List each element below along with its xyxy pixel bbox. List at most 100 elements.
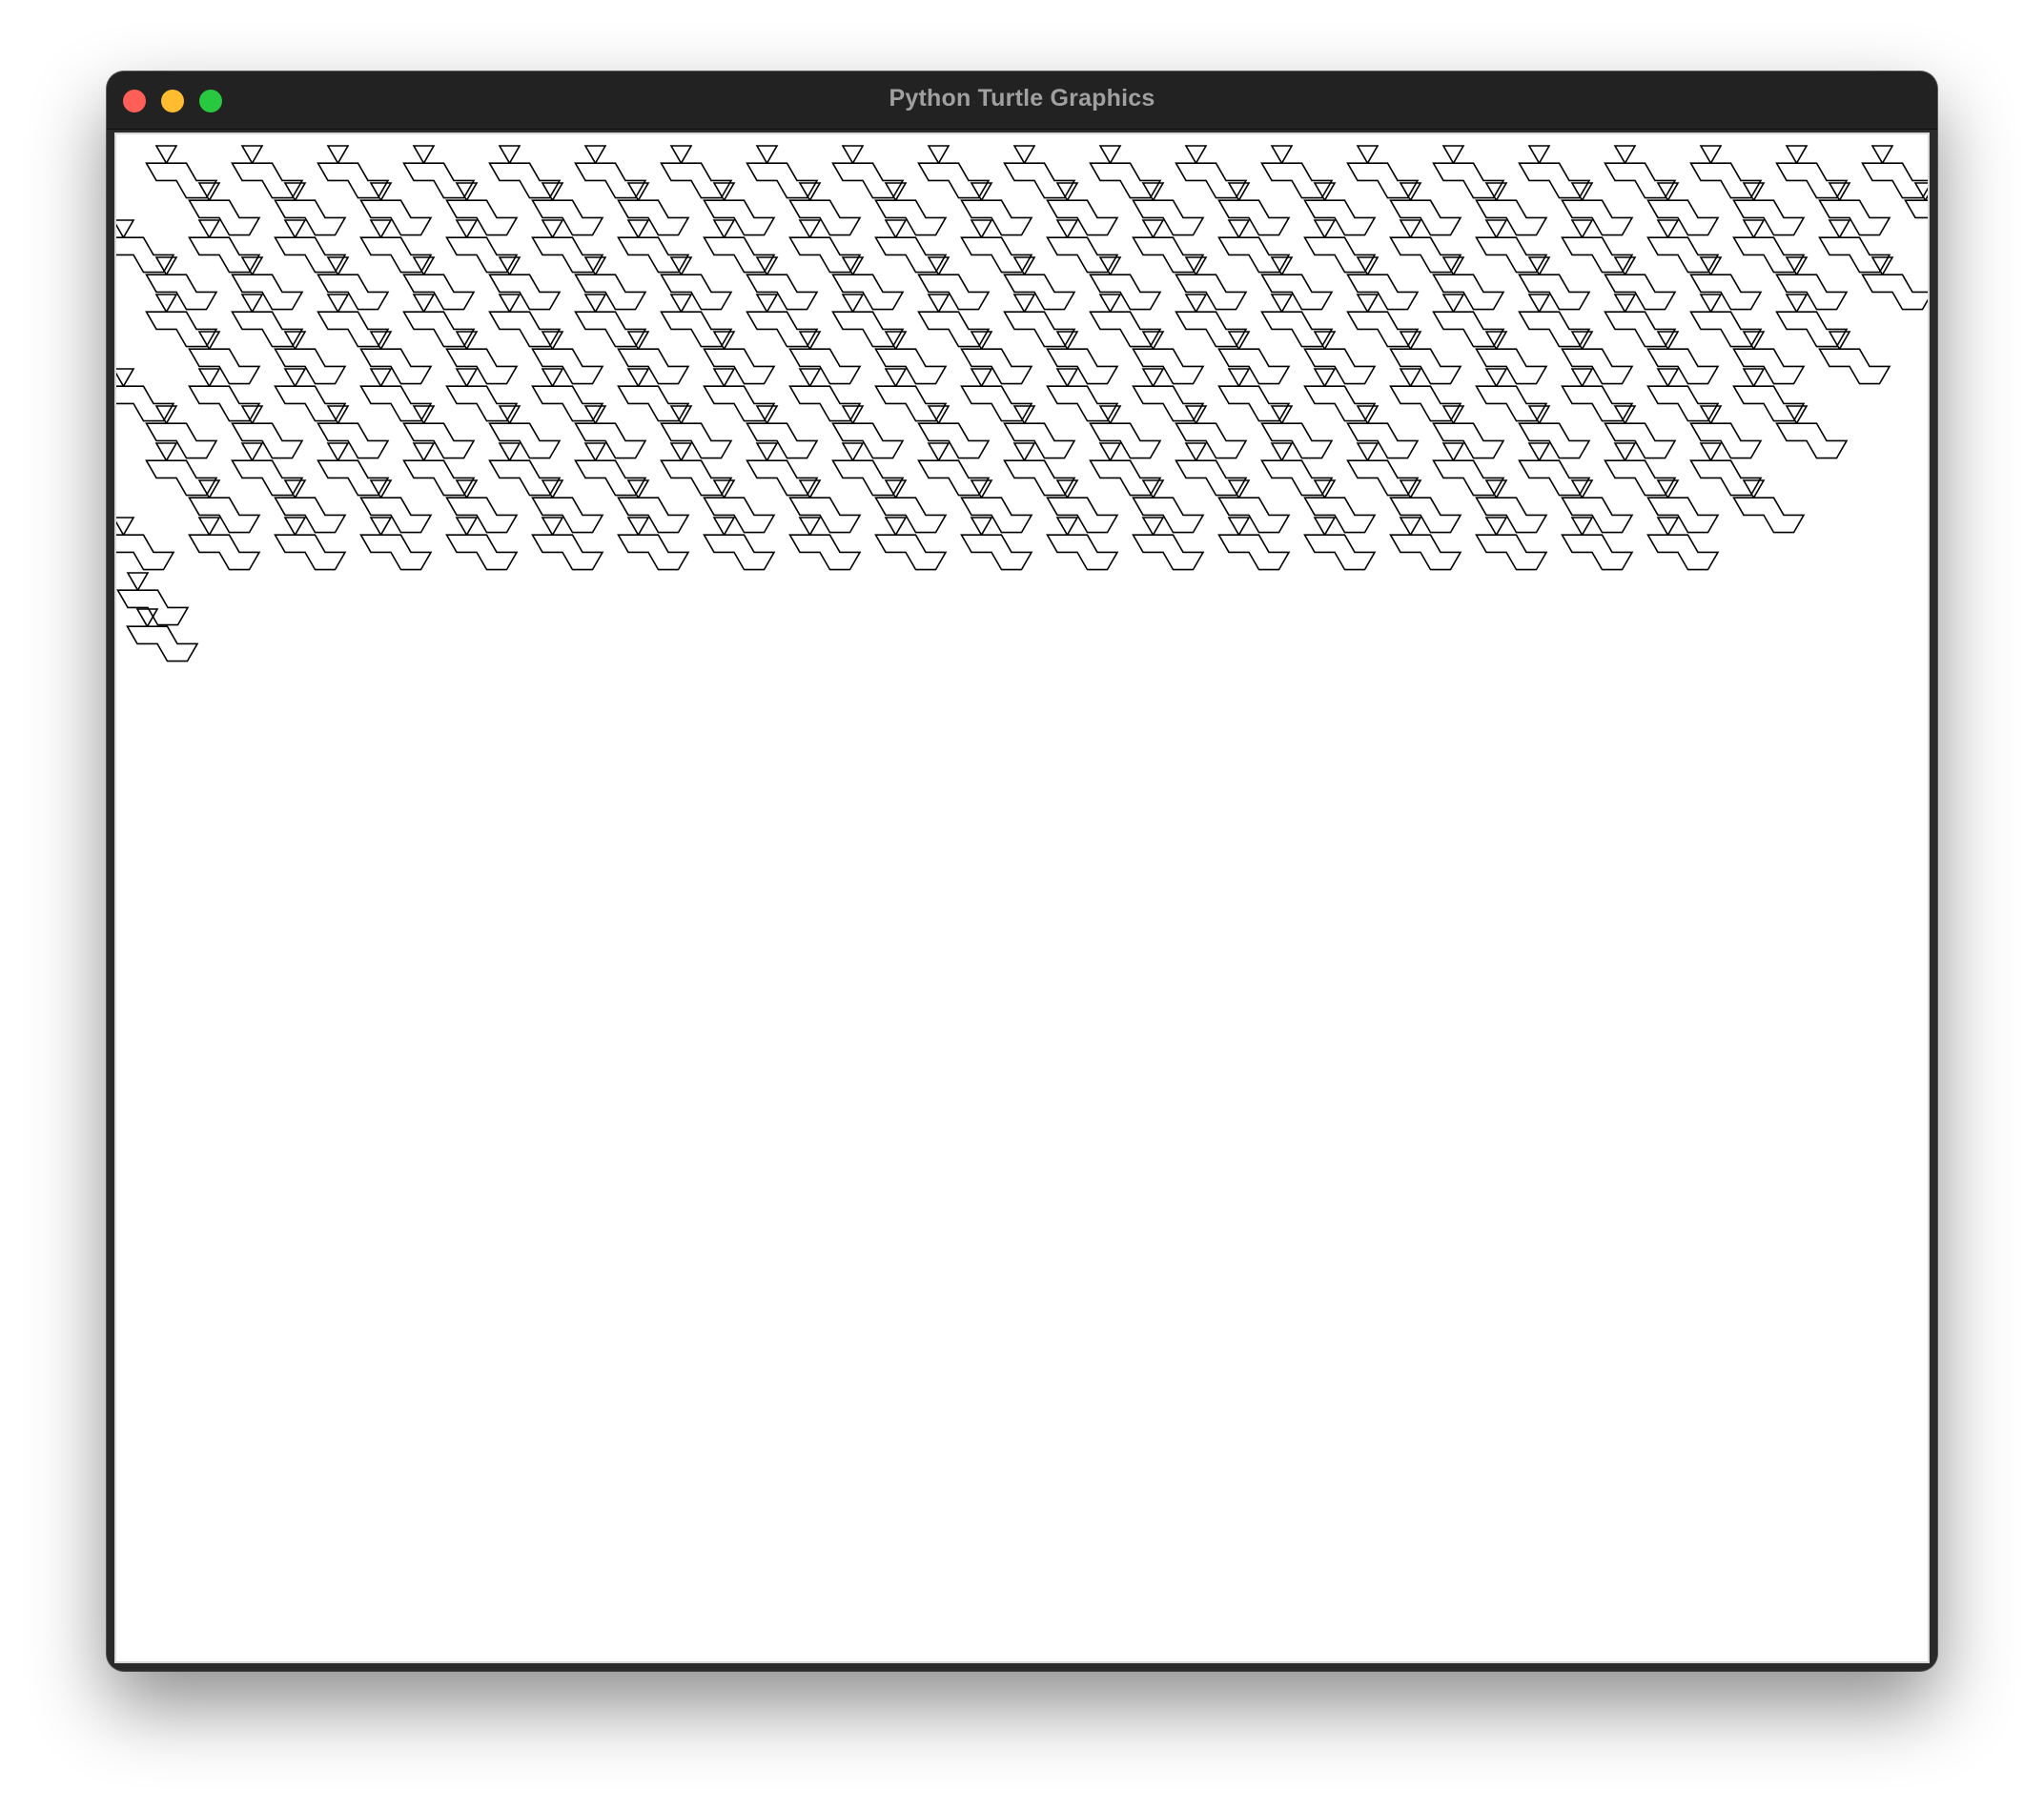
pattern-tile: [617, 517, 690, 571]
pattern-tile: [188, 368, 261, 422]
pattern-tile: [960, 479, 1033, 534]
pattern-tile: [1346, 145, 1420, 199]
window-titlebar[interactable]: Python Turtle Graphics: [107, 71, 1937, 130]
pattern-tile: [874, 479, 948, 534]
pattern-tile: [703, 479, 776, 534]
pattern-tile: [746, 294, 819, 348]
pattern-tile: [917, 405, 991, 459]
pattern-tile: [1689, 145, 1763, 199]
pattern-tile: [746, 145, 819, 199]
pattern-tile: [1475, 479, 1548, 534]
pattern-tile: [831, 405, 905, 459]
pattern-tile: [1389, 331, 1462, 385]
pattern-tile: [1604, 405, 1677, 459]
pattern-tile: [359, 219, 433, 274]
pattern-tile: [660, 294, 733, 348]
pattern-tile: [1732, 219, 1806, 274]
pattern-tile: [1646, 517, 1720, 571]
window-title: Python Turtle Graphics: [889, 85, 1155, 112]
pattern-tile: [1217, 219, 1291, 274]
pattern-tile: [831, 294, 905, 348]
pattern-tile: [445, 182, 519, 236]
pattern-tile: [1818, 182, 1891, 236]
pattern-tile: [188, 182, 261, 236]
pattern-tile: [1175, 145, 1248, 199]
pattern-tile: [1475, 219, 1548, 274]
pattern-tile: [1003, 442, 1076, 497]
pattern-tile: [617, 219, 690, 274]
tile-group: [116, 145, 1928, 662]
pattern-tile: [788, 479, 862, 534]
pattern-tile: [1861, 145, 1928, 199]
pattern-tile: [1303, 182, 1377, 236]
pattern-tile: [874, 182, 948, 236]
pattern-tile: [1432, 145, 1505, 199]
pattern-tile: [1046, 517, 1119, 571]
pattern-tile: [1260, 145, 1334, 199]
pattern-tile: [231, 145, 304, 199]
pattern-tile: [445, 517, 519, 571]
pattern-tile: [960, 368, 1033, 422]
pattern-tile: [145, 256, 218, 311]
pattern-tile: [1646, 331, 1720, 385]
pattern-tile: [874, 517, 948, 571]
turtle-canvas[interactable]: [116, 134, 1928, 1661]
pattern-tile: [1904, 182, 1928, 219]
pattern-tile: [274, 368, 347, 422]
pattern-tile: [574, 256, 647, 311]
pattern-tile: [231, 294, 304, 348]
pattern-tile: [274, 182, 347, 236]
pattern-tile: [1732, 182, 1806, 236]
pattern-tile: [1475, 331, 1548, 385]
pattern-tile: [488, 442, 562, 497]
pattern-tile: [317, 405, 390, 459]
pattern-tile: [188, 479, 261, 534]
pattern-tile: [1604, 256, 1677, 311]
pattern-tile: [1303, 219, 1377, 274]
pattern-tile: [317, 442, 390, 497]
pattern-tile: [1089, 442, 1162, 497]
pattern-tile: [1175, 294, 1248, 348]
pattern-tile: [1561, 219, 1634, 274]
pattern-tile: [1732, 331, 1806, 385]
pattern-tile: [126, 608, 199, 662]
pattern-tile: [1475, 182, 1548, 236]
pattern-tile: [488, 294, 562, 348]
turtle-window: Python Turtle Graphics: [107, 71, 1937, 1671]
pattern-tile: [574, 145, 647, 199]
pattern-tile: [960, 182, 1033, 236]
pattern-tile: [1046, 368, 1119, 422]
pattern-tile: [1303, 517, 1377, 571]
pattern-tile: [703, 331, 776, 385]
pattern-tile: [531, 517, 604, 571]
pattern-tile: [1561, 479, 1634, 534]
pattern-tile: [660, 405, 733, 459]
pattern-tile: [660, 256, 733, 311]
pattern-tile: [402, 294, 476, 348]
pattern-tile: [1260, 294, 1334, 348]
pattern-tile: [1861, 256, 1928, 311]
pattern-tile: [359, 368, 433, 422]
pattern-tile: [274, 219, 347, 274]
pattern-tile: [1132, 219, 1205, 274]
pattern-tile: [1475, 517, 1548, 571]
pattern-tile: [1389, 368, 1462, 422]
pattern-tile: [231, 405, 304, 459]
canvas-frame: [114, 132, 1930, 1663]
pattern-tile: [1775, 256, 1849, 311]
pattern-tile: [531, 182, 604, 236]
pattern-tile: [1046, 182, 1119, 236]
pattern-tile: [1518, 405, 1591, 459]
pattern-tile: [1175, 405, 1248, 459]
pattern-tile: [703, 517, 776, 571]
pattern-tile: [1646, 182, 1720, 236]
pattern-tile: [116, 219, 175, 274]
pattern-tile: [402, 256, 476, 311]
pattern-tile: [917, 145, 991, 199]
pattern-tile: [960, 331, 1033, 385]
pattern-tile: [1346, 442, 1420, 497]
pattern-tile: [359, 182, 433, 236]
pattern-tile: [574, 405, 647, 459]
pattern-tile: [1046, 479, 1119, 534]
pattern-tile: [445, 219, 519, 274]
